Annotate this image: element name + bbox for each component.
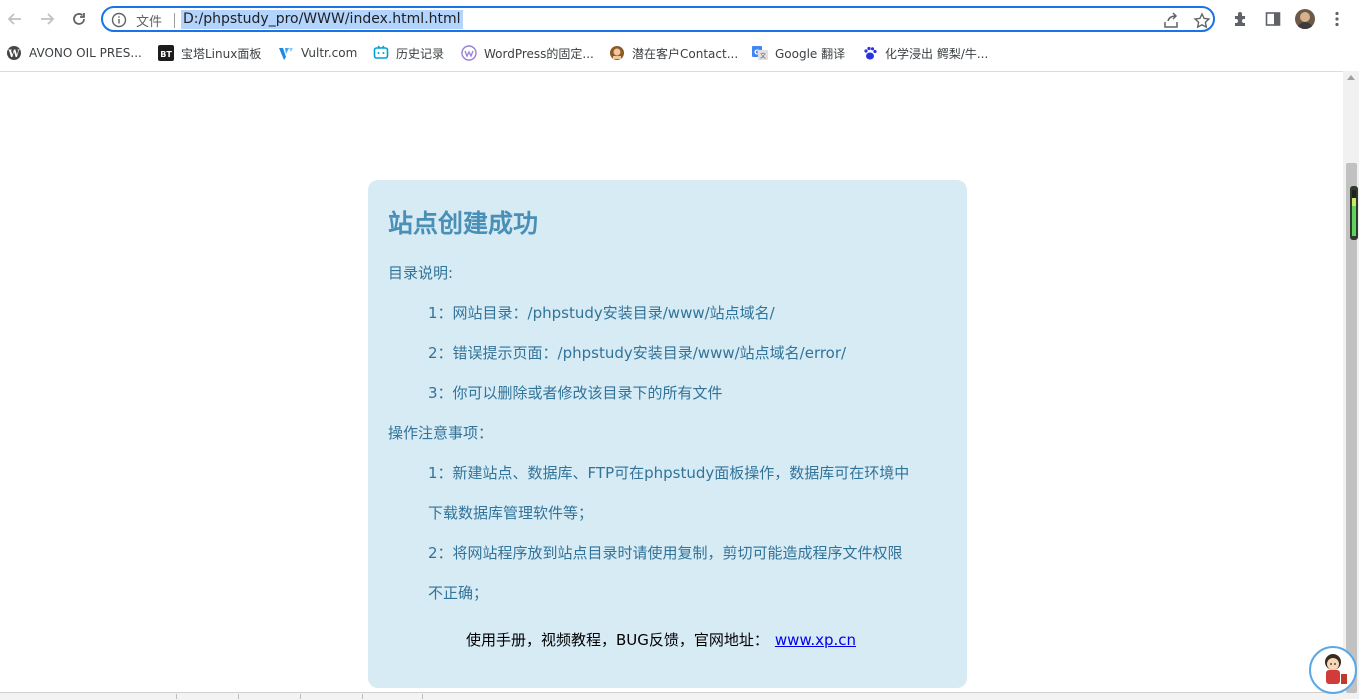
bookmark-item[interactable]: 潜在客户Contact...: [609, 44, 738, 62]
ops-heading: 操作注意事项：: [388, 424, 494, 442]
back-icon[interactable]: [3, 7, 27, 31]
scroll-up-arrow-icon[interactable]: [1347, 75, 1355, 80]
page-title: 站点创建成功: [388, 209, 539, 238]
url-separator: [174, 13, 175, 28]
bookmark-item[interactable]: WordPress的固定...: [461, 44, 594, 62]
bookmark-item[interactable]: Vultr.com: [278, 44, 357, 62]
avatar-body: [1297, 22, 1313, 29]
bookmark-label: AVONO OIL PRES...: [29, 46, 142, 60]
wordpress-icon: W: [6, 45, 22, 61]
footer-text: 使用手册，视频教程，BUG反馈，官网地址：: [466, 631, 769, 649]
bookmark-item[interactable]: 化学浸出 鳄梨/牛...: [862, 44, 988, 62]
url-text[interactable]: D:/phpstudy_pro/WWW/index.html.html: [181, 10, 463, 29]
extensions-icon[interactable]: [1231, 9, 1251, 29]
mascot-avatar-icon[interactable]: [1309, 646, 1357, 694]
bookmark-label: WordPress的固定...: [484, 46, 594, 61]
scrollbar-thumb[interactable]: [1346, 163, 1357, 693]
bookmarks-bar: W AVONO OIL PRES... BT 宝塔Linux面板 Vultr.c…: [0, 40, 1359, 66]
bookmark-item[interactable]: W AVONO OIL PRES...: [6, 44, 142, 62]
dir-heading: 目录说明:: [388, 264, 454, 282]
ops-item: 不正确；: [428, 584, 489, 602]
address-bar[interactable]: 文件 D:/phpstudy_pro/WWW/index.html.html: [101, 6, 1215, 32]
ops-item: 下载数据库管理软件等；: [428, 504, 594, 522]
bookmark-item[interactable]: G文 Google 翻译: [752, 44, 845, 62]
bookmark-label: 历史记录: [396, 46, 445, 61]
bookmark-label: Vultr.com: [301, 46, 358, 60]
star-icon[interactable]: [1193, 12, 1211, 30]
dir-item: 2：错误提示页面：/phpstudy安装目录/www/站点域名/error/: [428, 344, 847, 362]
browser-toolbar: 文件 D:/phpstudy_pro/WWW/index.html.html: [0, 0, 1359, 38]
bookmark-label: 宝塔Linux面板: [181, 46, 262, 61]
bookmark-label: 化学浸出 鳄梨/牛...: [885, 46, 989, 61]
reload-icon[interactable]: [67, 7, 91, 31]
share-icon[interactable]: [1162, 12, 1180, 30]
official-site-link[interactable]: www.xp.cn: [775, 631, 856, 649]
level-meter-icon: [1350, 186, 1358, 240]
url-scheme-label: 文件: [136, 15, 163, 30]
svg-text:BT: BT: [160, 50, 172, 59]
ops-item: 1：新建站点、数据库、FTP可在phpstudy面板操作，数据库可在环境中: [428, 464, 910, 482]
avatar-face: [1300, 12, 1310, 22]
profile-avatar[interactable]: [1295, 9, 1315, 29]
svg-text:文: 文: [760, 52, 766, 60]
history-icon: [373, 45, 389, 61]
dir-item: 3：你可以删除或者修改该目录下的所有文件: [428, 384, 723, 402]
bookmark-item[interactable]: BT 宝塔Linux面板: [158, 44, 261, 62]
ops-item: 2：将网站程序放到站点目录时请使用复制，剪切可能造成程序文件权限: [428, 544, 903, 562]
svg-text:W: W: [7, 49, 20, 60]
footer-line: 使用手册，视频教程，BUG反馈，官网地址： www.xp.cn: [466, 629, 856, 650]
sidepanel-icon[interactable]: [1263, 9, 1283, 29]
google-translate-icon: G文: [752, 45, 768, 61]
info-icon[interactable]: [111, 12, 127, 28]
vultr-icon: [278, 45, 294, 61]
site-info-card: 站点创建成功 目录说明: 1：网站目录：/phpstudy安装目录/www/站点…: [368, 180, 967, 688]
bookmark-item[interactable]: 历史记录: [373, 44, 444, 62]
bookmark-label: 潜在客户Contact...: [632, 46, 739, 61]
bookmark-label: Google 翻译: [775, 46, 846, 61]
menu-icon[interactable]: [1327, 9, 1347, 29]
dir-item: 1：网站目录：/phpstudy安装目录/www/站点域名/: [428, 304, 775, 322]
forward-icon[interactable]: [35, 7, 59, 31]
browser-chrome: 文件 D:/phpstudy_pro/WWW/index.html.html W…: [0, 0, 1359, 72]
bt-icon: BT: [158, 45, 174, 61]
wp-purple-icon: [461, 45, 477, 61]
baidu-icon: [862, 45, 878, 61]
contact-icon: [609, 45, 625, 61]
